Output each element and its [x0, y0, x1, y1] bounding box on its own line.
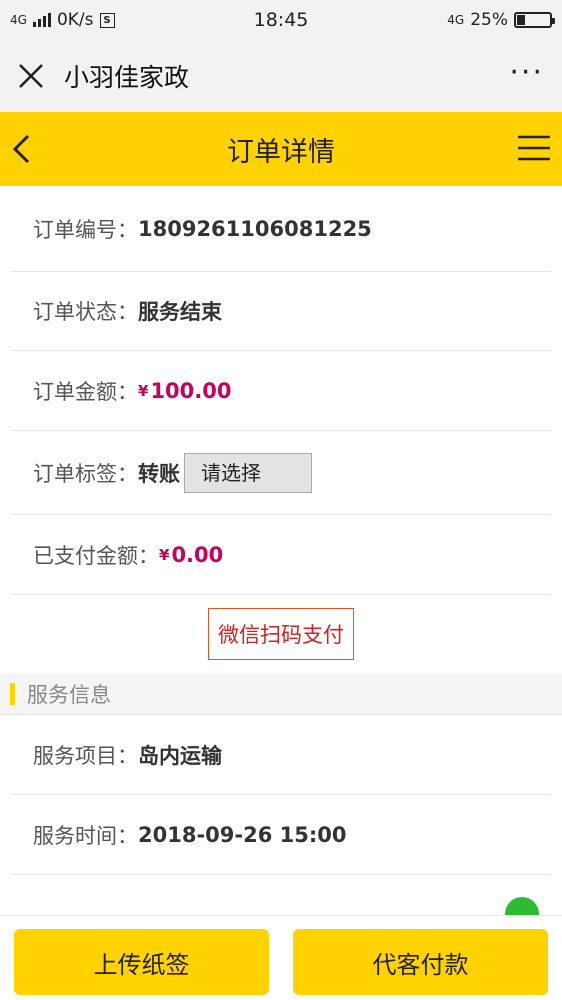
order-number-label: 订单编号：: [33, 217, 138, 242]
order-status-value: 服务结束: [138, 300, 222, 324]
order-status-label: 订单状态：: [33, 300, 138, 324]
pay-wrap: 微信扫码支付: [0, 595, 562, 673]
network-type: 4G: [10, 13, 27, 27]
wechat-header: 小羽佳家政 ···: [0, 40, 562, 112]
battery-percent: 25%: [470, 10, 508, 30]
service-item-row: 服务项目： 岛内运输: [11, 715, 551, 795]
order-status-row: 订单状态： 服务结束: [11, 272, 551, 351]
order-tag-value: 转账: [138, 461, 180, 486]
green-status-icon: [505, 897, 539, 915]
paid-amount-label: 已支付金额：: [33, 543, 159, 568]
nav-bar: 订单详情: [0, 112, 562, 186]
s-icon: S: [99, 12, 115, 28]
service-time-row: 服务时间： 2018-09-26 15:00: [11, 795, 551, 875]
order-tag-label: 订单标签：: [33, 461, 138, 486]
back-icon[interactable]: [8, 132, 38, 166]
menu-icon[interactable]: [518, 135, 550, 161]
battery-icon: [514, 12, 555, 28]
status-right: 4G 25%: [447, 10, 555, 30]
order-amount-label: 订单金额：: [33, 379, 138, 404]
order-detail: 订单编号： 1809261106081225 订单状态： 服务结束 订单金额： …: [0, 186, 562, 915]
pay-for-customer-button[interactable]: 代客付款: [293, 929, 548, 995]
footer-bar: 上传纸签 代客付款: [0, 915, 562, 1000]
service-time-value: 2018-09-26 15:00: [138, 822, 347, 847]
app-title: 小羽佳家政: [64, 63, 190, 92]
order-tag-row: 订单标签： 转账 请选择: [11, 431, 551, 515]
more-icon[interactable]: ···: [509, 58, 544, 88]
order-number-row: 订单编号： 1809261106081225: [11, 186, 551, 272]
service-section-header: 服务信息: [0, 673, 562, 715]
close-icon[interactable]: [18, 63, 44, 89]
status-left: 4G 0K/s S: [10, 10, 115, 30]
order-amount-row: 订单金额： ¥ 100.00: [11, 351, 551, 431]
currency-symbol: ¥: [138, 381, 149, 400]
order-number-value: 1809261106081225: [138, 216, 372, 241]
tag-select[interactable]: 请选择: [184, 452, 312, 493]
signal-icon: [32, 13, 51, 27]
section-title: 服务信息: [27, 682, 111, 707]
wechat-pay-button[interactable]: 微信扫码支付: [208, 608, 354, 660]
page-title: 订单详情: [227, 136, 335, 168]
currency-symbol: ¥: [159, 545, 170, 564]
service-time-label: 服务时间：: [33, 823, 138, 848]
partial-row: [11, 875, 551, 915]
network-speed: 0K/s: [56, 10, 94, 30]
network-type-2: 4G: [447, 13, 465, 27]
status-bar: 4G 0K/s S 18:45 4G 25%: [0, 0, 562, 40]
order-amount-value: 100.00: [150, 378, 232, 403]
service-item-label: 服务项目：: [33, 743, 138, 768]
paid-amount-value: 0.00: [171, 542, 224, 567]
section-accent: [10, 682, 15, 705]
service-item-value: 岛内运输: [138, 743, 222, 768]
upload-sign-button[interactable]: 上传纸签: [14, 929, 269, 995]
paid-amount-row: 已支付金额： ¥ 0.00: [11, 515, 551, 595]
